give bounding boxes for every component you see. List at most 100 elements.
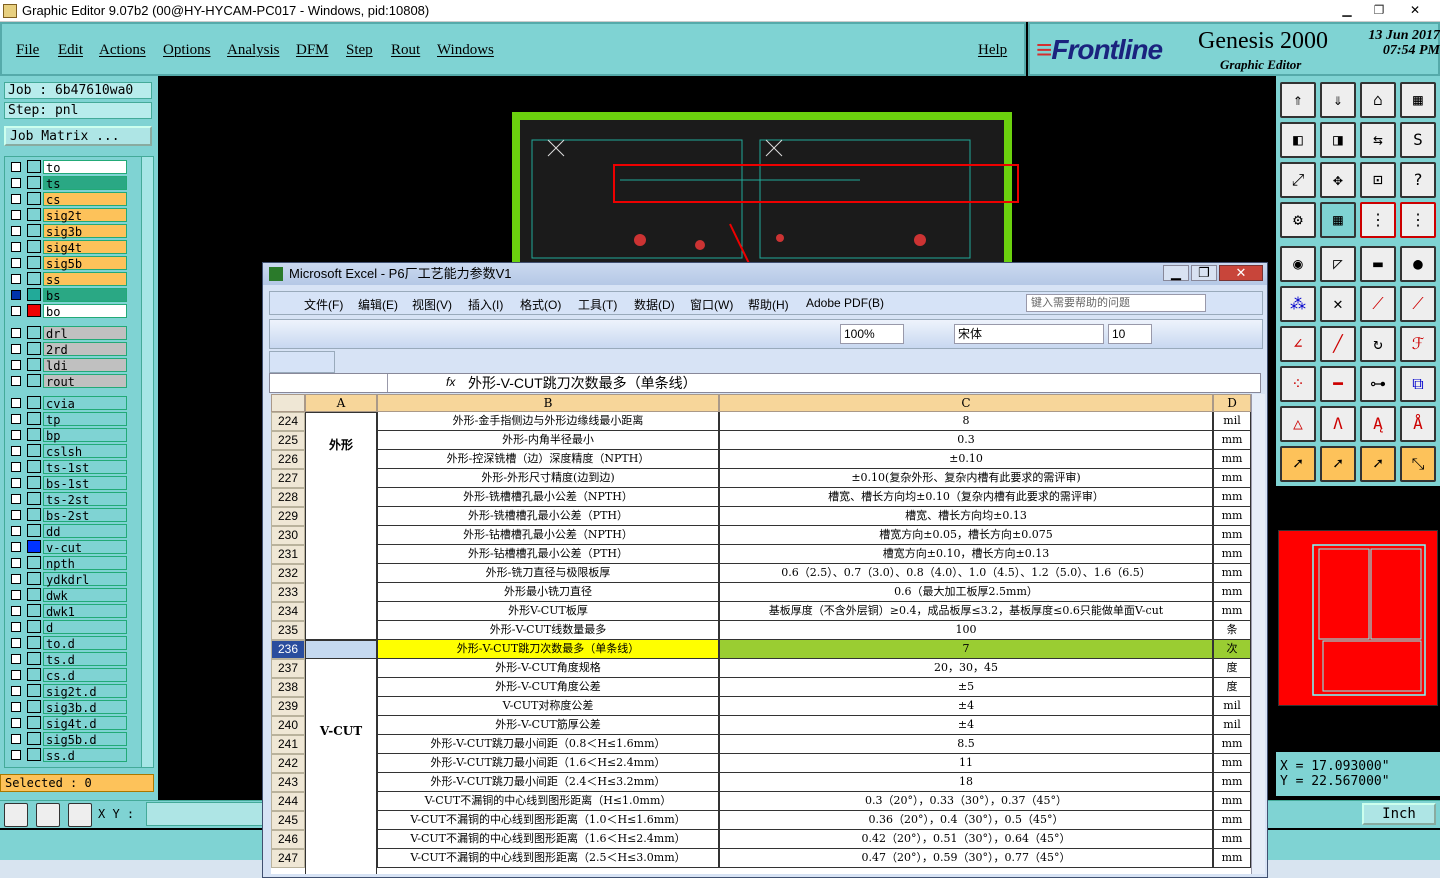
tool-button-31[interactable]: ⊶ [1360, 366, 1396, 402]
layer-checkbox[interactable] [11, 398, 21, 408]
cell-b[interactable]: 外形-V-CUT角度规格 [377, 659, 719, 678]
tool-button-37[interactable]: ➚ [1280, 446, 1316, 482]
layer-row-cs[interactable]: cs [7, 191, 127, 207]
job-matrix-button[interactable]: Job Matrix ... [4, 126, 152, 146]
layer-checkbox[interactable] [11, 462, 21, 472]
cell-b[interactable]: V-CUT不漏铜的中心线到图形距离（1.0＜H≤1.6mm） [377, 811, 719, 830]
layer-color-swatch[interactable] [27, 428, 41, 441]
cell-c[interactable]: ±0.10(复杂外形、复杂内槽有此要求的需评审) [719, 469, 1213, 488]
row-header[interactable]: 240 [271, 716, 305, 735]
font-size-box[interactable]: 10 [1108, 324, 1152, 344]
layer-row-dwk1[interactable]: dwk1 [7, 603, 127, 619]
cell-d[interactable]: mil [1213, 412, 1251, 431]
cell-d[interactable]: mil [1213, 716, 1251, 735]
layer-color-swatch[interactable] [27, 444, 41, 457]
cell-b[interactable]: 外形-V-CUT跳刀最小间距（0.8＜H≤1.6mm） [377, 735, 719, 754]
cell-c[interactable]: 18 [719, 773, 1213, 792]
row-header[interactable]: 239 [271, 697, 305, 716]
cell-c[interactable]: 0.47（20°），0.59（30°），0.77（45°） [719, 849, 1213, 868]
layer-checkbox[interactable] [11, 178, 21, 188]
cell-b[interactable]: V-CUT不漏铜的中心线到图形距离（1.6＜H≤2.4mm） [377, 830, 719, 849]
row-header[interactable]: 236 [271, 640, 305, 659]
row-header[interactable]: 230 [271, 526, 305, 545]
layer-checkbox[interactable] [11, 258, 21, 268]
excel-vertical-scrollbar[interactable] [1251, 394, 1265, 874]
layer-checkbox[interactable] [11, 376, 21, 386]
layer-checkbox[interactable] [11, 638, 21, 648]
cell-c[interactable]: 0.3 [719, 431, 1213, 450]
row-header[interactable]: 245 [271, 811, 305, 830]
excel-restore[interactable]: ❐ [1191, 265, 1217, 281]
snap-icon[interactable] [4, 803, 28, 827]
layer-row-tp[interactable]: tp [7, 411, 127, 427]
menu-actions[interactable]: Actions [99, 42, 146, 59]
tool-button-14[interactable]: ▦ [1320, 202, 1356, 238]
layer-row-ts.d[interactable]: ts.d [7, 651, 127, 667]
tool-button-20[interactable]: ● [1400, 246, 1436, 282]
layer-name[interactable]: d [43, 620, 127, 635]
cell-c[interactable]: 槽宽、槽长方向均±0.10（复杂内槽有此要求的需评审） [719, 488, 1213, 507]
layer-color-swatch[interactable] [27, 636, 41, 649]
menu-file[interactable]: File [16, 42, 39, 59]
layer-color-swatch[interactable] [27, 476, 41, 489]
tool-button-30[interactable]: ━ [1320, 366, 1356, 402]
cell-d[interactable]: 条 [1213, 621, 1251, 640]
cell-d[interactable]: mm [1213, 773, 1251, 792]
xl-menu-window[interactable]: 窗口(W) [690, 296, 733, 313]
layer-checkbox[interactable] [11, 162, 21, 172]
menu-options[interactable]: Options [163, 42, 211, 59]
cell-b[interactable]: 外形-V-CUT跳刀最小间距（2.4＜H≤3.2mm） [377, 773, 719, 792]
cell-d[interactable]: mm [1213, 849, 1251, 868]
layer-color-swatch[interactable] [27, 524, 41, 537]
layer-row-2rd[interactable]: 2rd [7, 341, 127, 357]
menu-analysis[interactable]: Analysis [227, 42, 280, 59]
layer-name[interactable]: sig4t.d [43, 716, 127, 731]
cell-c[interactable]: 8 [719, 412, 1213, 431]
layer-row-ydkdrl[interactable]: ydkdrl [7, 571, 127, 587]
layer-color-swatch[interactable] [27, 358, 41, 371]
cell-d[interactable]: mm [1213, 526, 1251, 545]
layer-color-swatch[interactable] [27, 492, 41, 505]
layer-name[interactable]: bs-1st [43, 476, 127, 491]
tool-button-7[interactable]: ⇆ [1360, 122, 1396, 158]
cell-c[interactable]: ±5 [719, 678, 1213, 697]
tool-button-29[interactable]: ⁘ [1280, 366, 1316, 402]
layer-row-dd[interactable]: dd [7, 523, 127, 539]
tool-button-33[interactable]: △ [1280, 406, 1316, 442]
layer-name[interactable]: rout [43, 374, 127, 389]
row-header[interactable]: 224 [271, 412, 305, 431]
xl-menu-format[interactable]: 格式(O) [520, 296, 561, 313]
layer-name[interactable]: to.d [43, 636, 127, 651]
minimize-button[interactable]: ▁ [1330, 0, 1364, 20]
tool-button-1[interactable]: ⇑ [1280, 82, 1316, 118]
cell-d[interactable]: mm [1213, 811, 1251, 830]
font-box[interactable]: 宋体 [954, 324, 1104, 344]
layer-checkbox[interactable] [11, 510, 21, 520]
cell-b[interactable]: 外形-V-CUT线数量最多 [377, 621, 719, 640]
layer-name[interactable]: ldi [43, 358, 127, 373]
layer-name[interactable]: 2rd [43, 342, 127, 357]
layer-name[interactable]: bs [43, 288, 127, 303]
cell-b[interactable]: 外形-铣刀直径与极限板厚 [377, 564, 719, 583]
cell-c[interactable]: ±4 [719, 716, 1213, 735]
layer-name[interactable]: bo [43, 304, 127, 319]
cell-c[interactable]: ±0.10 [719, 450, 1213, 469]
row-header[interactable]: 225 [271, 431, 305, 450]
layer-checkbox[interactable] [11, 654, 21, 664]
layer-name[interactable]: cslsh [43, 444, 127, 459]
cell-d[interactable]: mm [1213, 507, 1251, 526]
layer-checkbox[interactable] [11, 290, 21, 300]
layer-color-swatch[interactable] [27, 460, 41, 473]
layer-name[interactable]: dwk [43, 588, 127, 603]
menu-rout[interactable]: Rout [391, 42, 420, 59]
cell-b[interactable]: 外形最小铣刀直径 [377, 583, 719, 602]
layer-color-swatch[interactable] [27, 620, 41, 633]
tool-button-6[interactable]: ◨ [1320, 122, 1356, 158]
cell-b[interactable]: 外形-金手指侧边与外形边缘线最小距离 [377, 412, 719, 431]
tool-button-34[interactable]: Λ [1320, 406, 1356, 442]
tool-button-38[interactable]: ➚ [1320, 446, 1356, 482]
xl-menu-file[interactable]: 文件(F) [304, 296, 343, 313]
layer-name[interactable]: sig3b [43, 224, 127, 239]
layer-row-dwk[interactable]: dwk [7, 587, 127, 603]
layer-row-ss.d[interactable]: ss.d [7, 747, 127, 763]
